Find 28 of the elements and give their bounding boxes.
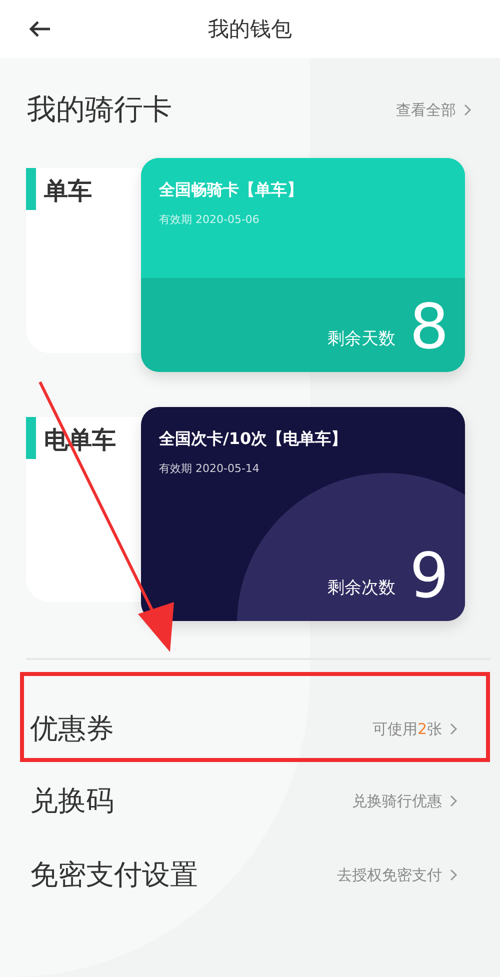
row-detail: 去授权免密支付 (337, 866, 442, 884)
accent-bar (26, 168, 36, 210)
page-title: 我的钱包 (207, 16, 293, 43)
row-title: 兑换码 (30, 783, 115, 819)
card-name: 全国畅骑卡【单车】 (159, 180, 304, 201)
back-icon[interactable] (28, 20, 52, 38)
remaining-count: 8 (410, 296, 449, 358)
chevron-icon (464, 104, 472, 116)
ride-card[interactable]: 全国次卡/10次【电单车】 有效期 2020-05-14 剩余次数 9 (141, 407, 465, 621)
menu-row[interactable]: 免密支付设置 去授权免密支付 (20, 840, 490, 910)
accent-bar (26, 417, 36, 459)
chevron-icon (450, 795, 458, 807)
chevron-icon (450, 723, 458, 735)
card-name: 全国次卡/10次【电单车】 (159, 429, 348, 450)
row-detail: 可使用2张 (372, 720, 442, 738)
validity-date: 有效期 2020-05-06 (159, 212, 260, 227)
remaining-label: 剩余次数 (328, 577, 396, 599)
row-detail: 兑换骑行优惠 (352, 792, 442, 810)
validity-date: 有效期 2020-05-14 (159, 461, 260, 476)
remaining-label: 剩余天数 (328, 328, 396, 350)
chevron-icon (450, 869, 458, 881)
menu-row[interactable]: 优惠券 可使用2张 (20, 672, 490, 762)
menu-row[interactable]: 兑换码 兑换骑行优惠 (20, 766, 490, 836)
category-label: 单车 (44, 176, 92, 207)
section-title: 我的骑行卡 (27, 91, 173, 128)
remaining-count: 9 (410, 545, 449, 607)
row-title: 免密支付设置 (30, 857, 199, 893)
row-title: 优惠券 (30, 711, 115, 747)
